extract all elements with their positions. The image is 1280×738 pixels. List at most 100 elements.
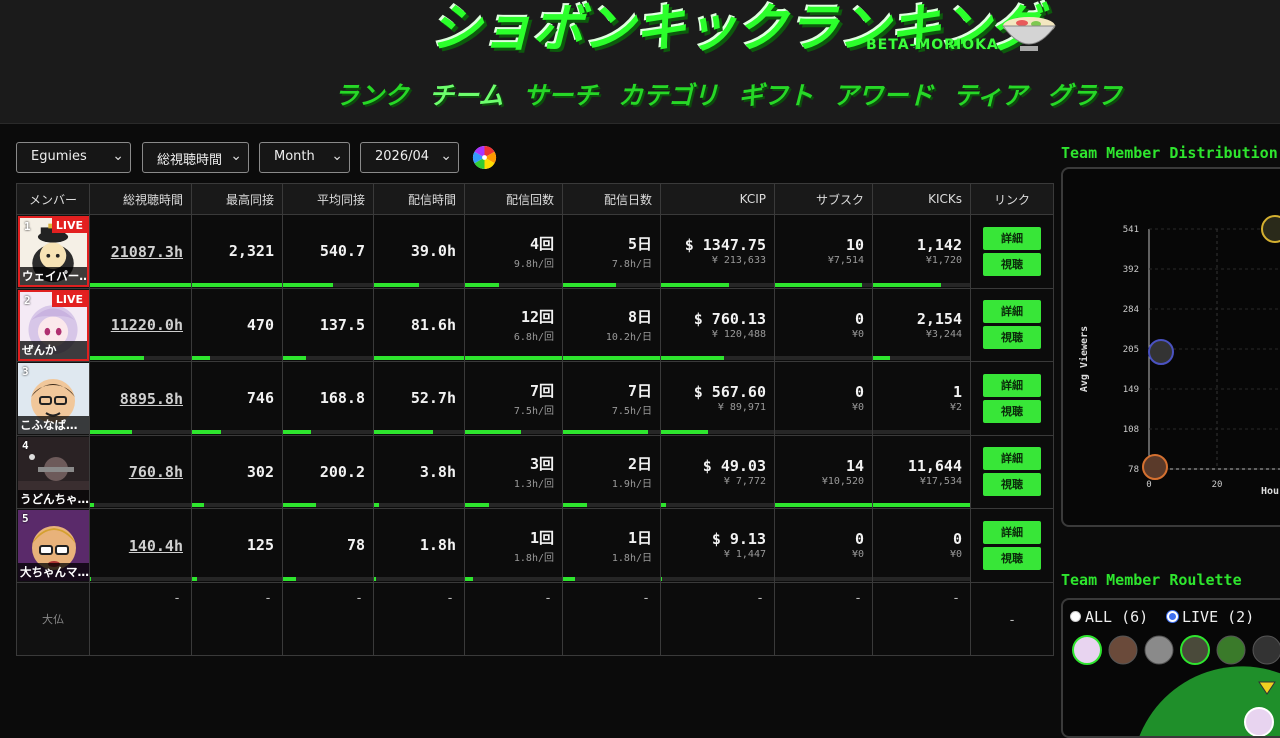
- empty-stat-cell: -: [774, 581, 873, 656]
- team-select[interactable]: Egumies ⌄: [16, 142, 131, 173]
- empty-dash: -: [952, 590, 960, 606]
- stat-bar: [283, 503, 317, 507]
- roulette-wheel-icon[interactable]: [472, 145, 497, 170]
- column-header[interactable]: メンバー: [16, 183, 90, 215]
- member-cell[interactable]: 1 LIVE ウェイパー…: [16, 214, 90, 289]
- stat-value: 81.6h: [410, 315, 456, 334]
- watch-button[interactable]: 視聴: [983, 473, 1041, 497]
- stat-bar: [192, 429, 221, 434]
- total-hours-link[interactable]: 8895.8h: [120, 390, 183, 408]
- avatar[interactable]: 1 LIVE ウェイパー…: [18, 216, 89, 287]
- stat-subvalue: ¥1,720: [925, 255, 962, 267]
- stat-subvalue: ¥10,520: [821, 475, 864, 487]
- total-hours-link[interactable]: 140.4h: [129, 537, 183, 555]
- avatar[interactable]: 2 LIVE ぜんか: [18, 289, 89, 361]
- nav-item-5[interactable]: アワード: [833, 76, 933, 112]
- metric-select[interactable]: 総視聴時間 ⌄: [142, 142, 249, 173]
- column-header[interactable]: KCIP: [660, 183, 775, 215]
- live-badge: LIVE: [51, 218, 87, 233]
- watch-button[interactable]: 視聴: [983, 252, 1041, 276]
- stat-cell-total_hours[interactable]: 140.4h: [89, 508, 192, 583]
- column-header[interactable]: リンク: [970, 183, 1054, 215]
- roulette-member-avatar[interactable]: [1180, 635, 1210, 665]
- stat-cell-kcip: $ 49.03 ¥ 7,772: [660, 434, 775, 509]
- nav-item-2[interactable]: サーチ: [523, 76, 598, 112]
- stat-value: 125: [246, 536, 274, 555]
- total-hours-link[interactable]: 11220.0h: [111, 316, 183, 334]
- member-cell[interactable]: 3 こふなば…: [16, 361, 90, 436]
- roulette-member-avatar[interactable]: [1108, 635, 1138, 665]
- column-header[interactable]: 平均同接: [282, 183, 374, 215]
- roulette-member-avatar[interactable]: [1072, 635, 1102, 665]
- range-select[interactable]: Month ⌄: [259, 142, 350, 173]
- x-tick-label: 0: [1146, 480, 1151, 490]
- month-select[interactable]: 2026/04 ⌄: [360, 142, 459, 173]
- roulette-all-radio[interactable]: ALL (6): [1070, 608, 1148, 626]
- roulette-member-avatar[interactable]: [1216, 635, 1246, 665]
- avatar[interactable]: 5 大ちゃんマ…: [18, 510, 89, 581]
- month-select-value: 2026/04: [375, 149, 430, 164]
- nav-item-7[interactable]: グラフ: [1047, 76, 1122, 112]
- empty-stat-cell: -: [562, 581, 661, 656]
- stat-bar: [374, 429, 433, 434]
- stat-bar: [192, 356, 210, 360]
- nav-item-6[interactable]: ティア: [953, 76, 1027, 112]
- column-header[interactable]: 配信回数: [464, 183, 563, 215]
- roulette-live-radio[interactable]: LIVE (2): [1167, 608, 1254, 626]
- nav-item-0[interactable]: ランク: [334, 76, 409, 112]
- stat-cell-kicks: 1,142 ¥1,720: [872, 214, 971, 289]
- ramen-bowl-icon: [1002, 17, 1056, 51]
- column-header[interactable]: 最高同接: [191, 183, 283, 215]
- avatar[interactable]: 3 こふなば…: [18, 363, 89, 434]
- y-tick-label: 78: [1128, 465, 1139, 475]
- stat-bar: [283, 282, 333, 287]
- logo-subtitle: BETA-MORIOKA: [866, 37, 999, 53]
- stat-cell-count: 4回 9.8h/回: [464, 214, 563, 289]
- total-hours-link[interactable]: 760.8h: [129, 463, 183, 481]
- rank-number: 3: [22, 365, 29, 378]
- watch-button[interactable]: 視聴: [983, 326, 1041, 350]
- stat-bar: [465, 503, 490, 507]
- stat-bar: [563, 429, 649, 434]
- detail-button[interactable]: 詳細: [983, 447, 1041, 471]
- column-header[interactable]: サブスク: [774, 183, 873, 215]
- column-header[interactable]: 配信日数: [562, 183, 661, 215]
- y-tick-label: 284: [1123, 305, 1139, 315]
- watch-button[interactable]: 視聴: [983, 399, 1041, 423]
- detail-button[interactable]: 詳細: [983, 226, 1041, 250]
- roulette-member-avatar[interactable]: [1144, 635, 1174, 665]
- detail-button[interactable]: 詳細: [983, 520, 1041, 544]
- stat-cell-total_hours[interactable]: 11220.0h: [89, 287, 192, 362]
- member-name: こふなば…: [18, 416, 89, 434]
- detail-button[interactable]: 詳細: [983, 300, 1041, 324]
- stat-subvalue: 7.5h/回: [513, 405, 554, 417]
- member-cell[interactable]: 4 うどんちゃ…: [16, 434, 90, 509]
- column-header[interactable]: 配信時間: [373, 183, 465, 215]
- nav-item-1[interactable]: チーム: [429, 76, 503, 112]
- stat-cell-total_hours[interactable]: 21087.3h: [89, 214, 192, 289]
- avatar[interactable]: 4 うどんちゃ…: [18, 436, 89, 508]
- member-cell[interactable]: 2 LIVE ぜんか: [16, 287, 90, 362]
- empty-dash: -: [642, 590, 650, 606]
- column-header[interactable]: KICKs: [872, 183, 971, 215]
- table-row: 5 大ちゃんマ… 140.4h 125 78 1.8h 1回 1.8h/回 1日 1.8h/日 $ …: [16, 508, 1054, 583]
- column-header[interactable]: 総視聴時間: [89, 183, 192, 215]
- stat-cell-days: 8日 10.2h/日: [562, 287, 661, 362]
- stat-cell-total_hours[interactable]: 760.8h: [89, 434, 192, 509]
- total-hours-link[interactable]: 21087.3h: [111, 243, 183, 261]
- stat-value: 2,321: [228, 242, 274, 261]
- detail-button[interactable]: 詳細: [983, 373, 1041, 397]
- member-cell[interactable]: 5 大ちゃんマ…: [16, 508, 90, 583]
- stat-cell-total_hours[interactable]: 8895.8h: [89, 361, 192, 436]
- stat-bar-track: [563, 576, 660, 581]
- roulette-member-avatar[interactable]: [1252, 635, 1280, 665]
- stat-value: 470: [246, 315, 274, 334]
- table-row: 2 LIVE ぜんか 11220.0h 470 137.5 81.6h 12回 6.8h/回 8日…: [16, 287, 1054, 362]
- stat-bar-track: [465, 576, 562, 581]
- member-name: 大仏: [42, 612, 64, 626]
- nav-item-3[interactable]: カテゴリ: [618, 76, 718, 112]
- nav-item-4[interactable]: ギフト: [738, 76, 813, 112]
- empty-dash: -: [446, 590, 454, 606]
- watch-button[interactable]: 視聴: [983, 546, 1041, 570]
- table-row: 4 うどんちゃ… 760.8h 302 200.2 3.8h 3回 1.3h/回 2日 1.9h/…: [16, 434, 1054, 509]
